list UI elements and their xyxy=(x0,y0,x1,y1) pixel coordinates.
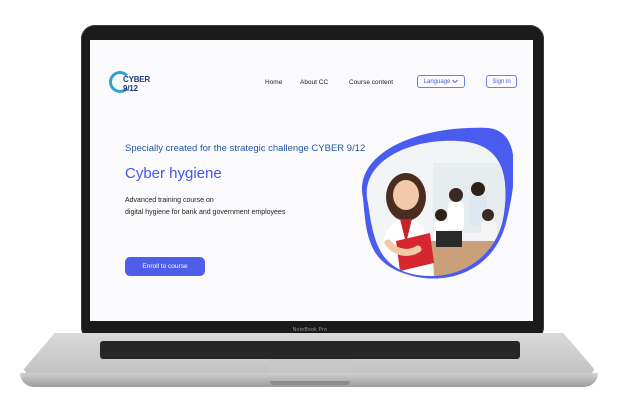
site-logo[interactable]: CYBER 9/12 xyxy=(109,71,161,97)
language-label: Language xyxy=(423,78,451,85)
chevron-down-icon xyxy=(452,79,459,84)
nav-home[interactable]: Home xyxy=(265,79,282,86)
sign-in-button[interactable]: Sign in xyxy=(486,75,517,88)
laptop-model-label: NoteBook Pro xyxy=(292,327,328,333)
hero-image-blob xyxy=(361,127,513,279)
laptop-trackpad xyxy=(268,359,352,373)
hero-title: Cyber hygiene xyxy=(125,165,222,182)
hero-tagline: Specially created for the strategic chal… xyxy=(125,143,366,154)
laptop-keyboard xyxy=(100,341,520,359)
laptop-notch xyxy=(270,381,350,385)
hero-description-line2: digital hygiene for bank and government … xyxy=(125,209,286,216)
logo-text: CYBER 9/12 xyxy=(123,75,151,93)
enroll-button[interactable]: Enroll to course xyxy=(125,257,205,276)
hero-description-line1: Advanced training course on xyxy=(125,197,214,204)
nav-course-content[interactable]: Course content xyxy=(349,79,393,86)
nav-about-cc[interactable]: About CC xyxy=(300,79,328,86)
laptop-screen: CYBER 9/12 Home About CC Course content … xyxy=(90,40,533,321)
language-dropdown[interactable]: Language xyxy=(417,75,465,88)
